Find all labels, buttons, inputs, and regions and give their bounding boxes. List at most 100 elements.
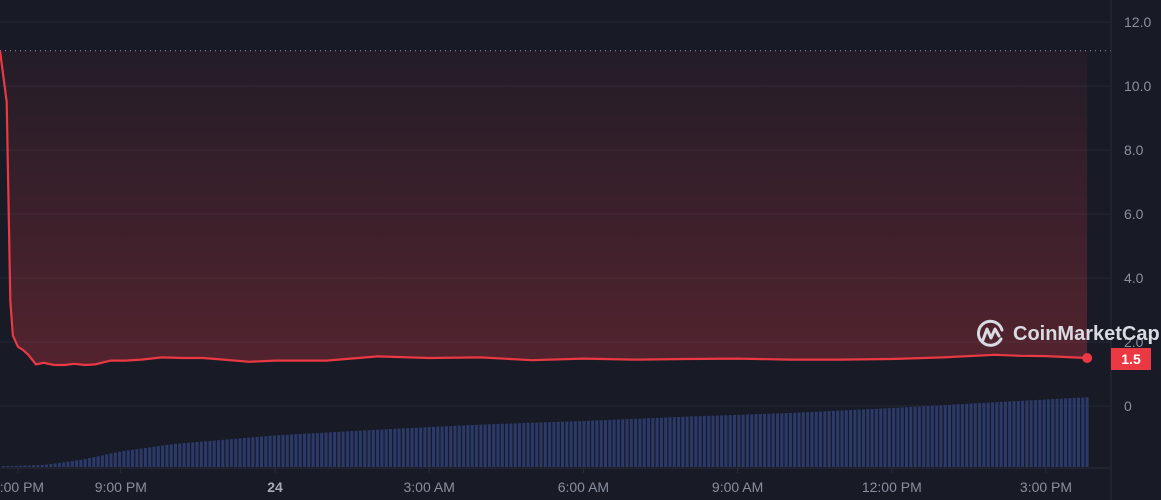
volume-bar	[315, 433, 319, 467]
volume-bar	[268, 435, 272, 467]
volume-bar	[333, 432, 337, 467]
volume-bar	[810, 411, 814, 467]
volume-bar	[561, 421, 564, 467]
volume-bar	[1068, 398, 1072, 467]
volume-bar	[122, 450, 126, 467]
volume-bar	[827, 411, 831, 467]
volume-bar	[298, 433, 302, 467]
volume-bar	[978, 403, 982, 467]
volume-bar	[887, 408, 891, 467]
volume-bar	[621, 419, 625, 467]
volume-bar	[616, 419, 620, 467]
x-tick-label: 24	[267, 479, 283, 495]
volume-bar	[234, 438, 238, 467]
volume-bar	[939, 405, 943, 467]
volume-bar	[733, 414, 736, 467]
volume-bar	[870, 408, 874, 467]
volume-bar	[556, 421, 560, 467]
volume-bar	[991, 402, 994, 467]
volume-bar	[831, 410, 835, 467]
volume-bar	[543, 422, 547, 467]
volume-bar	[113, 452, 117, 467]
volume-bar	[801, 412, 805, 467]
volume-bar	[793, 412, 797, 467]
volume-bar	[505, 423, 509, 467]
volume-bar	[49, 464, 53, 467]
watermark-text: CoinMarketCap	[1013, 322, 1160, 345]
volume-bar	[530, 422, 534, 467]
volume-bar	[414, 427, 418, 467]
volume-bar	[771, 413, 775, 467]
volume-bar	[57, 462, 61, 467]
volume-bar	[862, 409, 865, 467]
volume-bar	[32, 465, 36, 467]
volume-bar	[23, 465, 27, 467]
volume-bar	[1059, 398, 1063, 467]
volume-bar	[720, 415, 724, 467]
volume-bar	[604, 420, 607, 467]
volume-bar	[45, 464, 48, 467]
volume-bar	[100, 455, 104, 467]
volume-bar	[900, 407, 904, 467]
volume-bar	[14, 465, 18, 467]
volume-bar	[685, 416, 689, 467]
volume-bar	[677, 416, 681, 467]
volume-bar	[19, 465, 23, 467]
volume-bar	[754, 414, 758, 467]
volume-bar	[986, 402, 990, 467]
volume-bar	[156, 446, 160, 467]
volume-bar	[320, 432, 324, 467]
volume-bar	[1072, 397, 1076, 467]
volume-bar	[535, 422, 539, 467]
volume-bar	[1012, 401, 1016, 467]
volume-bar	[715, 415, 719, 467]
y-tick-label: 12.0	[1124, 14, 1151, 30]
volume-bar	[1008, 401, 1012, 467]
volume-bar	[294, 434, 298, 467]
volume-bar	[131, 449, 134, 467]
volume-bar	[70, 461, 74, 467]
volume-bar	[161, 445, 165, 467]
volume-bar	[96, 456, 100, 467]
volume-bar	[479, 424, 483, 467]
volume-bar	[763, 413, 767, 467]
volume-bar	[350, 431, 354, 467]
x-tick-label: 3:00 PM	[1020, 479, 1072, 495]
volume-bar	[797, 412, 801, 467]
volume-bar	[1077, 397, 1080, 467]
volume-bar	[711, 415, 715, 467]
volume-bar	[178, 443, 182, 467]
volume-bar	[453, 425, 457, 467]
volume-bar	[83, 458, 87, 467]
volume-bar	[917, 406, 921, 467]
volume-bar	[6, 466, 10, 467]
volume-bar	[475, 424, 478, 467]
volume-bar	[874, 408, 878, 467]
volume-bar	[509, 423, 513, 467]
volume-bar	[513, 423, 517, 467]
volume-bar	[694, 416, 698, 467]
volume-bar	[118, 451, 122, 467]
volume-bar	[221, 439, 225, 467]
volume-bar	[608, 419, 612, 467]
volume-bar	[982, 402, 986, 467]
volume-bar	[148, 447, 152, 467]
volume-bar	[204, 441, 208, 467]
volume-bar	[767, 413, 771, 467]
volume-bar	[1046, 399, 1050, 467]
volume-bar	[371, 429, 375, 467]
x-tick-label: 12:00 PM	[862, 479, 922, 495]
volume-bar	[251, 437, 255, 467]
volume-bar	[737, 414, 741, 467]
volume-bar	[126, 450, 130, 467]
volume-bar	[1003, 401, 1007, 467]
current-price-dot	[1082, 353, 1093, 363]
volume-bar	[367, 430, 371, 467]
volume-bar	[681, 416, 685, 467]
volume-bar	[341, 431, 345, 467]
volume-bar	[225, 439, 229, 467]
volume-bar	[427, 427, 431, 467]
volume-bar	[582, 420, 586, 467]
volume-bar	[634, 418, 638, 467]
volume-bar	[384, 429, 388, 467]
